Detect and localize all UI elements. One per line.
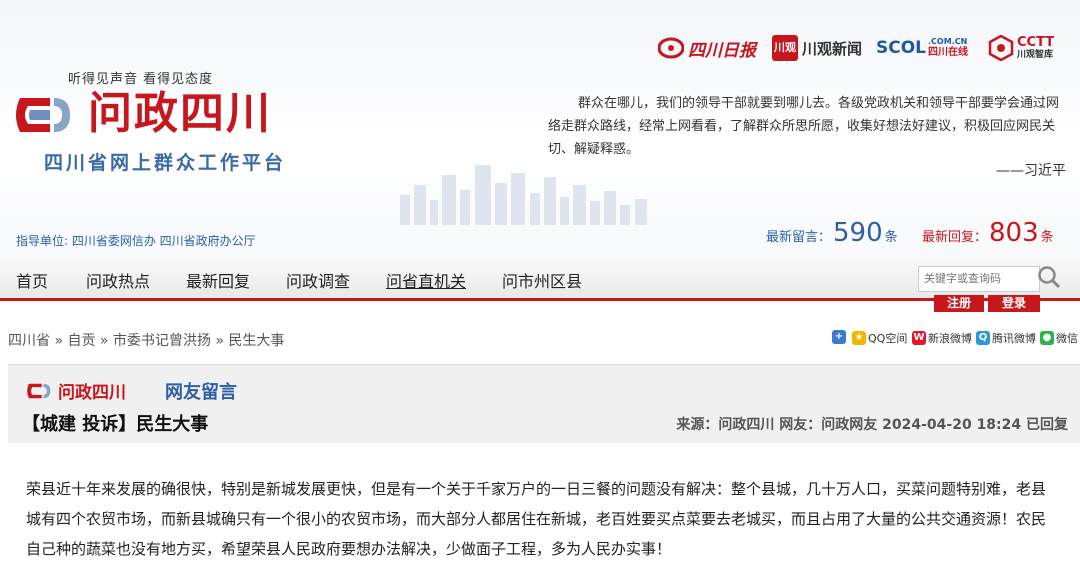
share-label: QQ空间 [868,332,908,345]
cctt-icon [988,35,1014,61]
partner-chuanguan[interactable]: 川观 川观新闻 [772,34,862,62]
nav-item-latest-reply[interactable]: 最新回复 [186,268,250,292]
quote-author: ——习近平 [996,163,1066,179]
leader-quote: 群众在哪儿，我们的领导干部就要到哪儿去。各级党政机关和领导干部要学会通过网络走群… [548,96,1060,157]
logo-icon [16,98,70,132]
qzone-icon: ★ [852,331,866,345]
login-button[interactable]: 登录 [988,295,1040,312]
logo-icon [27,383,51,398]
site-slogan: 听得见声音 看得见态度 [68,72,214,87]
share-qq[interactable]: ★ QQ空间 [852,330,907,346]
search-box [918,266,1040,292]
city-skyline-icon [400,165,647,225]
register-button[interactable]: 注册 [934,295,984,312]
nav-item-home[interactable]: 首页 [16,268,48,292]
weibo-icon: W [912,331,926,345]
share-label: 腾讯微博 [992,332,1036,345]
share-label: 新浪微博 [928,332,972,345]
share-label: 微信 [1056,332,1078,345]
share-wechat[interactable]: ● 微信 [1040,330,1078,346]
partner-label: 四川在线 [928,47,969,58]
scol-domain: .COM.CN [928,37,968,46]
post-title: 【城建 投诉】民生大事 [22,414,209,435]
post-logo: 问政四川 [26,378,126,403]
stat-label: 最新回复： [922,230,988,245]
breadcrumb[interactable]: 四川省 » 自贡 » 市委书记曾洪扬 » 民生大事 [8,330,284,350]
partner-scol[interactable]: SCOL .COM.CN 四川在线 [876,34,968,62]
nav-item-city[interactable]: 问市州区县 [502,268,582,292]
stat-count: 590 [833,218,883,248]
latest-replies-stat[interactable]: 最新回复： 803 条 [922,218,1054,248]
post-logo-text: 问政四川 [58,383,126,403]
main-nav: 首页 问政热点 最新回复 问政调查 问省直机关 问市州区县 [0,258,1080,301]
partner-sichuan-daily[interactable]: 四川日报 [658,34,756,62]
stat-unit: 条 [1040,230,1054,245]
latest-messages-stat[interactable]: 最新留言： 590 条 [766,218,898,248]
nav-item-survey[interactable]: 问政调查 [286,268,350,292]
partner-label: 川观智库 [1017,49,1054,60]
partner-label: 川观新闻 [802,39,863,58]
wechat-icon: ● [1040,331,1054,345]
nav-item-provincial[interactable]: 问省直机关 [386,268,466,292]
post-body: 荣县近十年来发展的确很快，特别是新城发展更快，但是有一个关于千家万户的一日三餐的… [26,480,1047,558]
site-subtitle: 四川省网上群众工作平台 [44,152,287,174]
partner-cctt[interactable]: CCTT 川观智库 [988,34,1054,62]
partner-label: 四川日报 [688,40,756,61]
post-section-title: 网友留言 [165,382,237,403]
share-more[interactable]: + [832,330,848,344]
share-tencent[interactable]: Q 腾讯微博 [976,330,1036,346]
cctt-logo: CCTT [1017,34,1055,50]
site-logo-text[interactable]: 问政四川 [88,88,272,140]
scol-logo: SCOL [876,38,927,58]
stat-label: 最新留言： [766,230,832,245]
guide-units: 指导单位: 四川省委网信办 四川省政府办公厅 [16,234,256,248]
nav-item-hot[interactable]: 问政热点 [86,268,150,292]
search-icon[interactable] [1036,264,1062,290]
stat-unit: 条 [884,230,898,245]
chuanguan-icon: 川观 [772,35,798,61]
search-input[interactable] [919,267,1039,290]
stat-count: 803 [989,218,1039,248]
post-meta: 来源：问政四川 网友：问政网友 2024-04-20 18:24 已回复 [676,417,1068,433]
tencent-weibo-icon: Q [976,331,990,345]
share-weibo[interactable]: W 新浪微博 [912,330,972,346]
plus-icon: + [832,330,846,344]
sichuan-daily-icon [658,37,684,59]
